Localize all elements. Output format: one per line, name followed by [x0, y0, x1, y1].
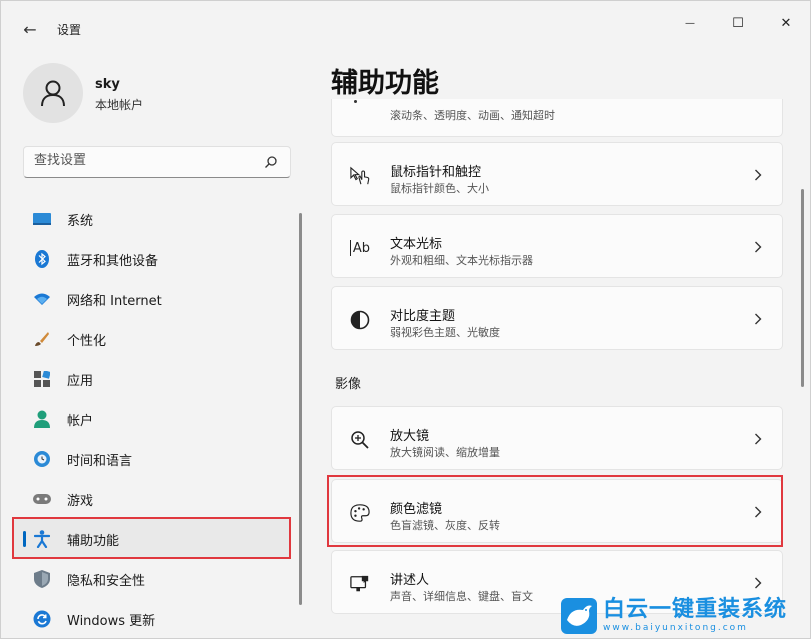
card-title: 对比度主题 — [390, 309, 456, 324]
content-scrollbar[interactable] — [801, 189, 804, 387]
search-box[interactable] — [23, 146, 291, 178]
card-subtitle: 声音、详细信息、键盘、盲文 — [390, 590, 533, 603]
sidebar-item-bluetooth[interactable]: 蓝牙和其他设备 — [13, 239, 291, 279]
sidebar-item-label: 系统 — [67, 213, 94, 229]
visual-effects-icon — [354, 100, 357, 103]
card-subtitle: 色盲滤镜、灰度、反转 — [390, 519, 500, 532]
search-input[interactable] — [34, 153, 254, 168]
account-type: 本地帐户 — [95, 98, 144, 112]
user-icon — [41, 80, 65, 107]
monitor-icon — [33, 210, 51, 228]
maximize-button[interactable]: ☐ — [715, 9, 761, 37]
card-subtitle: 滚动条、透明度、动画、通知超时 — [390, 109, 555, 122]
minimize-icon: — — [685, 17, 695, 29]
avatar[interactable] — [23, 63, 83, 123]
card-subtitle: 放大镜阅读、缩放增量 — [390, 446, 500, 459]
sidebar-nav: 系统 蓝牙和其他设备 网络和 Internet 个性化 应用 帐户 时间和语言 … — [13, 199, 291, 638]
sidebar-item-time-language[interactable]: 时间和语言 — [13, 439, 291, 479]
settings-content: 滚动条、透明度、动画、通知超时 鼠标指针和触控 鼠标指针颜色、大小 Ab 文本光… — [331, 99, 783, 638]
globe-clock-icon — [33, 450, 51, 468]
sidebar-item-network[interactable]: 网络和 Internet — [13, 279, 291, 319]
minimize-button[interactable]: — — [667, 9, 713, 37]
chevron-right-icon — [754, 309, 764, 329]
card-subtitle: 鼠标指针颜色、大小 — [390, 182, 489, 195]
sidebar-item-accounts[interactable]: 帐户 — [13, 399, 291, 439]
sidebar-item-label: Windows 更新 — [67, 613, 156, 629]
settings-window: ← 设置 — ☐ ✕ sky 本地帐户 系统 — [0, 0, 811, 639]
sidebar-item-label: 辅助功能 — [67, 533, 120, 549]
card-title: 文本光标 — [390, 237, 443, 252]
pointer-touch-icon — [350, 166, 370, 186]
sidebar-item-label: 帐户 — [67, 413, 94, 429]
watermark-url: www.baiyunxitong.com — [603, 622, 748, 633]
sidebar-scrollbar[interactable] — [299, 213, 302, 605]
user-name: sky — [95, 77, 120, 92]
maximize-icon: ☐ — [732, 15, 744, 31]
gamepad-icon — [33, 490, 51, 508]
app-title: 设置 — [57, 23, 82, 37]
card-contrast-themes[interactable]: 对比度主题 弱视彩色主题、光敏度 — [331, 286, 783, 350]
watermark: 白云一键重装系统 www.baiyunxitong.com — [561, 591, 810, 638]
title-bar: ← 设置 — ☐ ✕ — [1, 1, 810, 49]
sidebar-item-label: 个性化 — [67, 333, 107, 349]
palette-icon — [350, 503, 370, 523]
back-button[interactable]: ← — [15, 15, 45, 43]
page-title: 辅助功能 — [331, 68, 439, 99]
sidebar-item-label: 网络和 Internet — [67, 293, 162, 309]
sidebar-item-label: 隐私和安全性 — [67, 573, 146, 589]
wifi-icon — [33, 290, 51, 308]
chevron-right-icon — [754, 502, 764, 522]
sidebar-item-label: 应用 — [67, 373, 94, 389]
accessibility-icon — [33, 530, 51, 548]
visual-effects-card[interactable]: 滚动条、透明度、动画、通知超时 — [331, 99, 783, 137]
card-mouse-pointer[interactable]: 鼠标指针和触控 鼠标指针颜色、大小 — [331, 142, 783, 206]
update-icon — [33, 610, 51, 628]
card-title: 鼠标指针和触控 — [390, 165, 482, 180]
card-text-cursor[interactable]: Ab 文本光标 外观和粗细、文本光标指示器 — [331, 214, 783, 278]
sidebar-item-gaming[interactable]: 游戏 — [13, 479, 291, 519]
chevron-right-icon — [754, 429, 764, 449]
watermark-text: 白云一键重装系统 www.baiyunxitong.com — [603, 596, 788, 634]
apps-icon — [33, 370, 51, 388]
chevron-right-icon — [754, 165, 764, 185]
sidebar-item-label: 游戏 — [67, 493, 94, 509]
bluetooth-icon — [33, 250, 51, 268]
card-subtitle: 弱视彩色主题、光敏度 — [390, 326, 500, 339]
section-heading-vision: 影像 — [335, 377, 362, 392]
magnifier-icon — [350, 430, 370, 450]
sidebar-item-privacy[interactable]: 隐私和安全性 — [13, 559, 291, 599]
sidebar-item-label: 蓝牙和其他设备 — [67, 253, 159, 269]
sidebar-item-windows-update[interactable]: Windows 更新 — [13, 599, 291, 638]
chevron-right-icon — [754, 573, 764, 593]
search-icon[interactable] — [264, 155, 278, 169]
sidebar-item-label: 时间和语言 — [67, 453, 133, 469]
card-title: 讲述人 — [390, 573, 430, 588]
card-title: 放大镜 — [390, 429, 430, 444]
close-icon: ✕ — [780, 15, 792, 31]
sidebar-item-apps[interactable]: 应用 — [13, 359, 291, 399]
card-title: 颜色滤镜 — [390, 502, 443, 517]
sidebar-item-system[interactable]: 系统 — [13, 199, 291, 239]
watermark-main: 白云一键重装系统 — [603, 596, 788, 622]
back-arrow-icon: ← — [23, 19, 37, 39]
card-color-filters[interactable]: 颜色滤镜 色盲滤镜、灰度、反转 — [331, 479, 783, 543]
chevron-right-icon — [754, 237, 764, 257]
bird-logo-icon — [561, 597, 597, 634]
card-subtitle: 外观和粗细、文本光标指示器 — [390, 254, 533, 267]
card-magnifier[interactable]: 放大镜 放大镜阅读、缩放增量 — [331, 406, 783, 470]
text-cursor-icon: Ab — [350, 240, 370, 256]
sidebar-item-personalization[interactable]: 个性化 — [13, 319, 291, 359]
contrast-icon — [350, 310, 370, 330]
close-button[interactable]: ✕ — [763, 9, 809, 37]
sidebar-item-accessibility[interactable]: 辅助功能 — [13, 519, 291, 559]
brush-icon — [33, 330, 51, 348]
shield-icon — [33, 570, 51, 588]
narrator-icon — [350, 574, 370, 594]
account-icon — [33, 410, 51, 428]
